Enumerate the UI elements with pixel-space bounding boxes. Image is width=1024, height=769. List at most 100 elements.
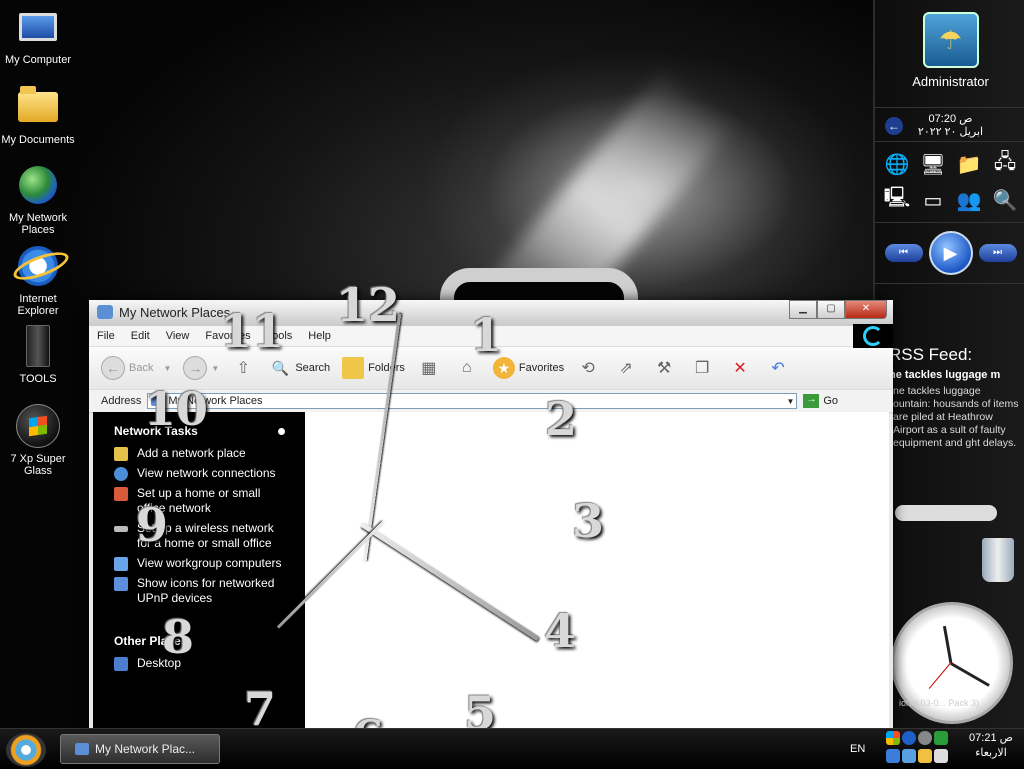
network-tray-icon[interactable] [886, 749, 900, 763]
desktop-icon-label: TOOLS [19, 373, 57, 385]
start-button[interactable] [6, 733, 46, 767]
clock-numeral: 1 [470, 308, 503, 362]
windows-orb-icon [16, 404, 60, 448]
desktop-icon [114, 657, 128, 671]
task-view-network-connections[interactable]: View network connections [114, 466, 285, 481]
desktop-icon-xp-super-glass[interactable]: 7 Xp Super Glass [0, 403, 76, 477]
computer-icon [19, 13, 57, 41]
internet-explorer-icon [18, 246, 58, 286]
rss-title: RSS Feed: [875, 345, 1024, 365]
sidebar-search-field[interactable] [895, 505, 997, 521]
sidebar-gadgets: ☂ Administrator ← 07:20 ص ابريل ٢٠ ٢٠٢٢ … [873, 0, 1024, 728]
display-tray-icon[interactable] [902, 749, 916, 763]
delete-icon[interactable]: ✕ [728, 356, 752, 380]
display-icon[interactable]: ▭ [917, 184, 949, 216]
history-icon[interactable]: ⟲ [576, 356, 600, 380]
desktop-icon-my-network-places[interactable]: My Network Places [0, 162, 76, 236]
security-tray-icon[interactable] [934, 731, 948, 745]
maximize-button[interactable]: ▢ [817, 300, 845, 319]
taskbar-item-my-network-places[interactable]: My Network Plac... [60, 734, 220, 764]
menu-file[interactable]: File [97, 330, 115, 342]
forward-button[interactable]: → ▼ [183, 356, 219, 380]
place-desktop[interactable]: Desktop [114, 656, 285, 671]
task-show-upnp-icons[interactable]: Show icons for networked UPnP devices [114, 576, 285, 606]
copy-to-icon[interactable]: ❐ [690, 356, 714, 380]
minimize-button[interactable]: ▁ [789, 300, 817, 319]
next-track-button[interactable]: ⏭ [978, 244, 1017, 262]
upnp-device-icon [114, 577, 128, 591]
file-list-pane[interactable] [305, 412, 889, 728]
menu-edit[interactable]: Edit [131, 330, 150, 342]
explorer-window: My Network Places ▁ ▢ ✕ File Edit View F… [89, 300, 893, 728]
desktop-icon-label: My Computer [4, 54, 72, 66]
network-connections-icon [114, 467, 128, 481]
windows-flag-icon[interactable] [886, 731, 900, 745]
search-icon: 🔍 [271, 359, 290, 376]
clock-numeral: 5 [464, 686, 497, 728]
wireless-icon [114, 526, 128, 532]
users-icon[interactable]: 👥 [953, 184, 985, 216]
sidebar-user[interactable]: ☂ Administrator [875, 12, 1024, 108]
clock-numeral: 9 [136, 498, 169, 552]
search-button[interactable]: 🔍 Search [269, 357, 331, 379]
desktop-icon-internet-explorer[interactable]: Internet Explorer [0, 243, 76, 317]
go-button[interactable]: → Go [803, 394, 838, 408]
chevron-down-icon[interactable]: ▼ [786, 397, 794, 406]
os-version-text: ional 03-0... Pack 3) [899, 698, 980, 708]
ie-tray-icon[interactable] [902, 731, 916, 745]
recycle-bin-icon[interactable] [982, 538, 1014, 582]
address-label: Address [101, 395, 142, 407]
window-content: Network Tasks Add a network place View n… [93, 412, 889, 728]
globe-icon[interactable]: 🌐 [881, 148, 913, 180]
update-tray-icon[interactable] [918, 749, 932, 763]
taskbar-clock[interactable]: 07:21 ص الاربعاء [960, 731, 1022, 761]
undo-icon[interactable]: ↶ [766, 356, 790, 380]
network-tasks-heading[interactable]: Network Tasks [114, 424, 305, 438]
sidebar-clock-text: ← 07:20 ص ابريل ٢٠ ٢٠٢٢ [875, 108, 1024, 142]
desktop-icon-my-documents[interactable]: My Documents [0, 84, 76, 146]
task-pane: Network Tasks Add a network place View n… [93, 412, 305, 728]
menu-help[interactable]: Help [308, 330, 331, 342]
clock-numeral: 4 [544, 604, 577, 658]
flag-tray-icon[interactable] [934, 749, 948, 763]
desktop-icon-label: Internet Explorer [17, 293, 59, 317]
back-arrow-icon[interactable]: ← [885, 117, 903, 135]
system-tray [886, 731, 948, 765]
close-button[interactable]: ✕ [845, 300, 887, 319]
folders-icon [342, 357, 365, 379]
control-panel-icon[interactable]: 🖳 [881, 184, 913, 216]
collapse-icon[interactable] [278, 428, 285, 435]
search-label: Search [295, 362, 331, 374]
computer-icon[interactable]: 🖥 [917, 148, 949, 180]
up-folder-icon[interactable]: ⇧ [231, 356, 255, 380]
rss-feed-gadget[interactable]: RSS Feed: ne tackles luggage m ne tackle… [875, 345, 1024, 495]
other-places-heading[interactable]: Other Places [114, 634, 305, 648]
play-button[interactable]: ▶ [928, 231, 973, 275]
rss-headline[interactable]: ne tackles luggage m [889, 369, 1024, 381]
back-button[interactable]: ← Back ▼ [101, 356, 171, 380]
user-avatar[interactable]: ☂ [922, 12, 979, 68]
previous-track-button[interactable]: ⏮ [884, 244, 923, 262]
folders-button[interactable]: Folders [342, 357, 405, 379]
media-tray-icon[interactable] [918, 731, 932, 745]
add-network-place-icon [114, 447, 128, 461]
move-to-icon[interactable]: ⇗ [614, 356, 638, 380]
desktop-icon-my-computer[interactable]: My Computer [0, 4, 76, 66]
tools-icon[interactable]: ⚒ [652, 356, 676, 380]
task-view-workgroup-computers[interactable]: View workgroup computers [114, 556, 285, 571]
language-indicator[interactable]: EN [850, 743, 865, 755]
menu-view[interactable]: View [166, 330, 190, 342]
documents-icon[interactable]: 📁 [953, 148, 985, 180]
address-input[interactable]: My Network Places ▼ [147, 393, 798, 409]
clock-numeral: 11 [220, 304, 285, 358]
views-icon[interactable]: ▦ [417, 356, 441, 380]
desktop-icon-tools[interactable]: TOOLS [0, 323, 76, 385]
pc-tower-icon [26, 325, 50, 367]
network-icon[interactable]: 🖧 [989, 148, 1021, 180]
desktop-icon-label: My Documents [1, 134, 75, 146]
task-add-network-place[interactable]: Add a network place [114, 446, 285, 461]
rss-body: ne tackles luggage ountain: housands of … [893, 385, 1019, 449]
window-title: My Network Places [119, 305, 231, 320]
search-icon[interactable]: 🔍 [989, 184, 1021, 216]
favorites-button[interactable]: ★ Favorites [492, 357, 564, 379]
